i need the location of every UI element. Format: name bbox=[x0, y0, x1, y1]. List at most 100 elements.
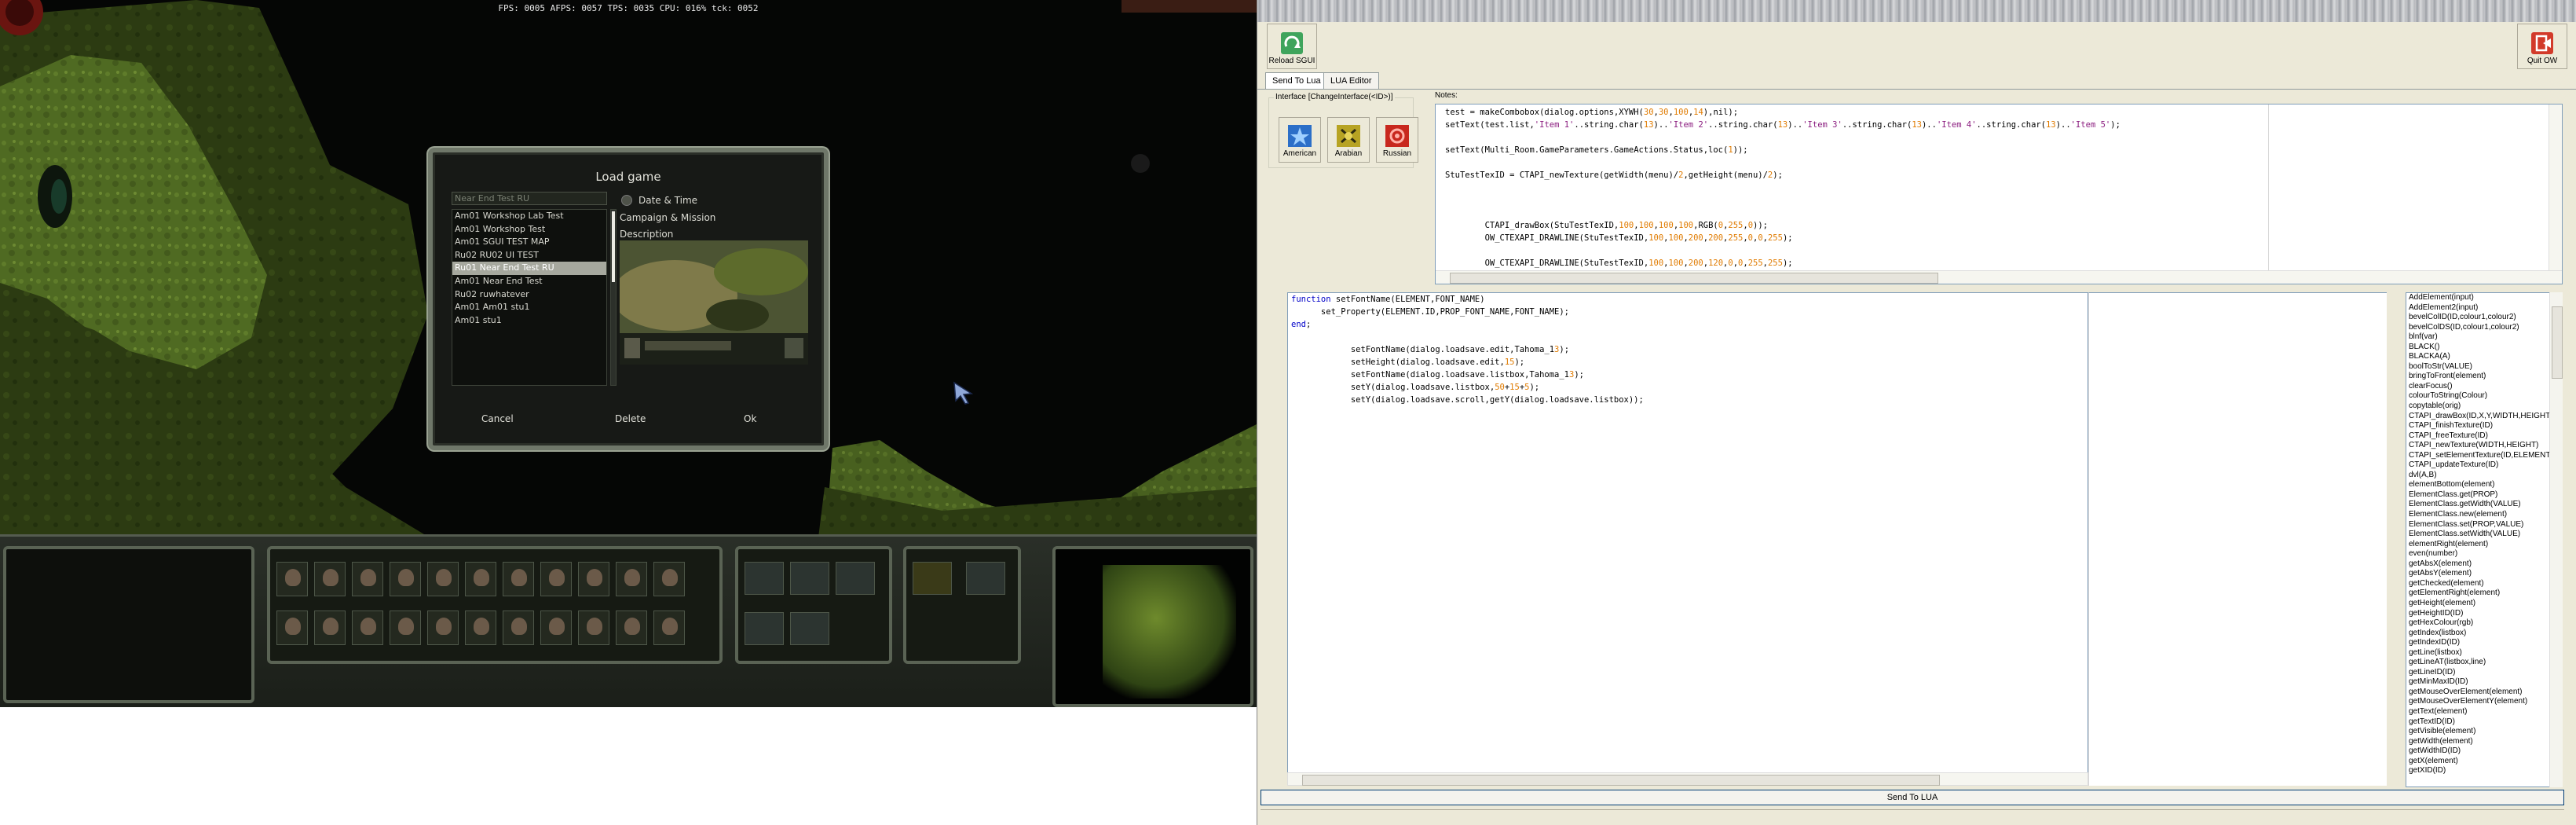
function-list-item[interactable]: bevelColID(ID,colour1,colour2) bbox=[2406, 313, 2562, 323]
function-list-item[interactable]: getXID(ID) bbox=[2406, 766, 2562, 776]
function-list-item[interactable]: AddElement2(input) bbox=[2406, 303, 2562, 314]
function-list-item[interactable]: ElementClass.setWidth(VALUE) bbox=[2406, 530, 2562, 540]
vehicle-slot[interactable] bbox=[745, 562, 784, 595]
tab-send-to-lua[interactable]: Send To Lua bbox=[1265, 72, 1328, 90]
hud-vehicles-panel[interactable] bbox=[735, 546, 892, 664]
save-list-item[interactable]: Ru01 Near End Test RU bbox=[452, 262, 606, 275]
save-list-scrollbar[interactable] bbox=[610, 209, 617, 386]
function-list-item[interactable]: getHexColour(rgb) bbox=[2406, 618, 2562, 629]
function-list-item[interactable]: getVisible(element) bbox=[2406, 727, 2562, 737]
delete-button[interactable]: Delete bbox=[615, 413, 646, 424]
hud-items-panel[interactable] bbox=[903, 546, 1021, 664]
save-list-item[interactable]: Am01 Workshop Test bbox=[452, 223, 606, 236]
game-viewport[interactable]: FPS: 0005 AFPS: 0057 TPS: 0035 CPU: 016%… bbox=[0, 0, 1257, 707]
vehicle-slot[interactable] bbox=[790, 612, 829, 645]
function-list-item[interactable]: CTAPI_newTexture(WIDTH,HEIGHT) bbox=[2406, 441, 2562, 451]
function-list-item[interactable]: getLineID(ID) bbox=[2406, 668, 2562, 678]
save-list[interactable]: Am01 Workshop Lab Test Am01 Workshop Test… bbox=[452, 209, 607, 386]
function-list-item[interactable]: blnf(var) bbox=[2406, 332, 2562, 343]
function-list-item[interactable]: CTAPI_finishTexture(ID) bbox=[2406, 421, 2562, 431]
vehicle-slot[interactable] bbox=[745, 612, 784, 645]
function-list-item[interactable]: ElementClass.set(PROP,VALUE) bbox=[2406, 520, 2562, 530]
function-list-item[interactable]: bringToFront(element) bbox=[2406, 372, 2562, 382]
function-list-item[interactable]: ElementClass.getWidth(VALUE) bbox=[2406, 500, 2562, 510]
function-list-item[interactable]: getWidth(element) bbox=[2406, 737, 2562, 747]
function-list-item[interactable]: getText(element) bbox=[2406, 707, 2562, 717]
function-list-item[interactable]: getMinMaxID(ID) bbox=[2406, 677, 2562, 688]
vehicle-slot[interactable] bbox=[836, 562, 875, 595]
save-list-item[interactable]: Am01 Workshop Lab Test bbox=[452, 210, 606, 223]
function-list-item[interactable]: getX(element) bbox=[2406, 757, 2562, 767]
item-slot[interactable] bbox=[966, 562, 1005, 595]
interface-russian-button[interactable]: Russian bbox=[1376, 117, 1418, 163]
function-list-item[interactable]: getChecked(element) bbox=[2406, 579, 2562, 589]
lua-editor-textarea[interactable]: function setFontName(ELEMENT,FONT_NAME) … bbox=[1287, 292, 2088, 779]
function-list-item[interactable]: getTextID(ID) bbox=[2406, 717, 2562, 728]
function-list-item[interactable]: getWidthID(ID) bbox=[2406, 746, 2562, 757]
function-list-item[interactable]: getHeightID(ID) bbox=[2406, 609, 2562, 619]
unit-portrait[interactable] bbox=[653, 562, 685, 596]
minimap[interactable] bbox=[1052, 546, 1253, 707]
function-list-item[interactable]: BLACK() bbox=[2406, 343, 2562, 353]
function-list-item[interactable]: AddElement(input) bbox=[2406, 293, 2562, 303]
function-list-item[interactable]: boolToStr(VALUE) bbox=[2406, 362, 2562, 372]
reload-sgui-button[interactable]: Reload SGUI bbox=[1267, 24, 1317, 69]
save-list-item[interactable]: Ru02 RU02 UI TEST bbox=[452, 249, 606, 262]
unit-portrait[interactable] bbox=[427, 610, 459, 645]
function-list-item[interactable]: CTAPI_updateTexture(ID) bbox=[2406, 460, 2562, 471]
notes-horizontal-scrollbar[interactable] bbox=[1436, 270, 2562, 284]
function-list-item[interactable]: getMouseOverElementY(element) bbox=[2406, 697, 2562, 707]
unit-portrait[interactable] bbox=[276, 562, 308, 596]
function-list-item[interactable]: getMouseOverElement(element) bbox=[2406, 688, 2562, 698]
interface-american-button[interactable]: American bbox=[1279, 117, 1321, 163]
quit-ow-button[interactable]: Quit OW bbox=[2517, 24, 2567, 69]
unit-portrait[interactable] bbox=[616, 610, 647, 645]
function-list-item[interactable]: ElementClass.new(element) bbox=[2406, 510, 2562, 520]
unit-portrait[interactable] bbox=[616, 562, 647, 596]
save-list-item[interactable]: Am01 Am01 stu1 bbox=[452, 301, 606, 314]
function-list-item[interactable]: copytable(orig) bbox=[2406, 402, 2562, 412]
function-list-item[interactable]: ElementClass.get(PROP) bbox=[2406, 490, 2562, 500]
unit-portrait[interactable] bbox=[578, 610, 609, 645]
ok-button[interactable]: Ok bbox=[744, 413, 756, 424]
unit-portrait[interactable] bbox=[503, 562, 534, 596]
function-list-item[interactable]: CTAPI_setElementTexture(ID,ELEMENT) bbox=[2406, 451, 2562, 461]
unit-portrait[interactable] bbox=[503, 610, 534, 645]
function-list[interactable]: AddElement(input) AddElement2(input) bevel… bbox=[2406, 292, 2563, 787]
function-list-item[interactable]: CTAPI_drawBox(ID,X,Y,WIDTH,HEIGHT,COLOUR… bbox=[2406, 412, 2562, 422]
unit-portrait[interactable] bbox=[540, 610, 572, 645]
function-list-scrollbar[interactable] bbox=[2549, 292, 2563, 787]
unit-portrait[interactable] bbox=[578, 562, 609, 596]
sort-campaign-mission[interactable]: Campaign & Mission bbox=[620, 212, 715, 223]
function-list-item[interactable]: bevelColDS(ID,colour1,colour2) bbox=[2406, 323, 2562, 333]
function-list-item[interactable]: getLineAT(listbox,line) bbox=[2406, 658, 2562, 668]
function-list-item[interactable]: getIndexID(ID) bbox=[2406, 638, 2562, 648]
function-list-item[interactable]: even(number) bbox=[2406, 549, 2562, 559]
sort-date-time[interactable]: Date & Time bbox=[639, 195, 697, 206]
unit-portrait[interactable] bbox=[314, 610, 346, 645]
save-list-item[interactable]: Ru02 ruwhatever bbox=[452, 288, 606, 302]
function-list-item[interactable]: getAbsY(element) bbox=[2406, 569, 2562, 579]
sort-description[interactable]: Description bbox=[620, 229, 673, 240]
item-slot[interactable] bbox=[913, 562, 952, 595]
save-search-input[interactable] bbox=[452, 192, 607, 205]
function-list-item[interactable]: dvl(A,B) bbox=[2406, 471, 2562, 481]
function-list-item[interactable]: elementRight(element) bbox=[2406, 540, 2562, 550]
unit-portrait[interactable] bbox=[540, 562, 572, 596]
send-to-lua-button[interactable]: Send To LUA bbox=[1261, 790, 2564, 805]
unit-portrait[interactable] bbox=[352, 562, 383, 596]
function-list-item[interactable]: elementBottom(element) bbox=[2406, 480, 2562, 490]
hud-units-panel[interactable] bbox=[267, 546, 723, 664]
tab-lua-editor[interactable]: LUA Editor bbox=[1323, 72, 1379, 90]
cancel-button[interactable]: Cancel bbox=[481, 413, 514, 424]
notes-textarea[interactable]: test = makeCombobox(dialog.options,XYWH(… bbox=[1435, 104, 2563, 284]
unit-portrait[interactable] bbox=[465, 562, 496, 596]
unit-portrait[interactable] bbox=[276, 610, 308, 645]
unit-portrait[interactable] bbox=[427, 562, 459, 596]
function-list-item[interactable]: clearFocus() bbox=[2406, 382, 2562, 392]
function-list-item[interactable]: getIndex(listbox) bbox=[2406, 629, 2562, 639]
save-list-item[interactable]: Am01 stu1 bbox=[452, 314, 606, 328]
function-list-item[interactable]: getHeight(element) bbox=[2406, 599, 2562, 609]
function-list-item[interactable]: getElementRight(element) bbox=[2406, 588, 2562, 599]
unit-portrait[interactable] bbox=[390, 562, 421, 596]
